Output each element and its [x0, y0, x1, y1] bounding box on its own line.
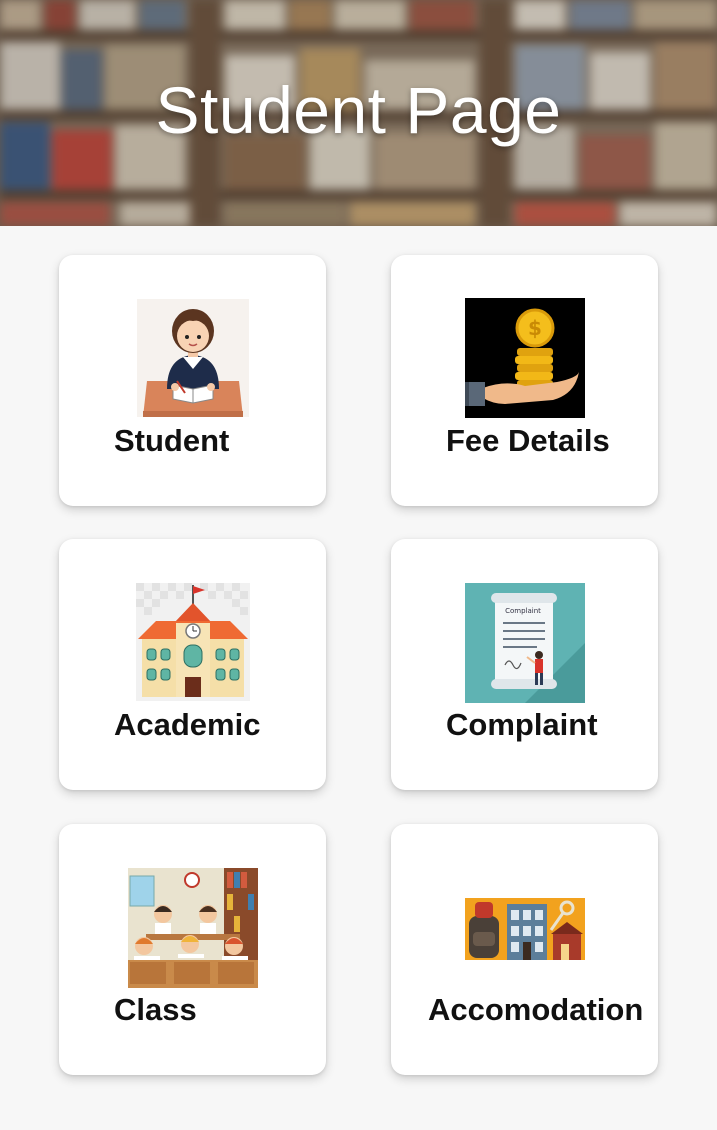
- class-label: Class: [114, 992, 197, 1027]
- coins-in-hand-image: $: [465, 298, 585, 418]
- header-banner: Student Page: [0, 0, 717, 226]
- student-girl-reading-image: [137, 299, 249, 417]
- classroom-kids-image: [128, 868, 258, 988]
- complaint-card[interactable]: Complaint Complaint: [391, 539, 658, 790]
- page-title: Student Page: [155, 73, 562, 147]
- accomodation-card[interactable]: Accomodation: [391, 824, 658, 1075]
- academic-label: Academic: [114, 707, 261, 742]
- student-card[interactable]: Student: [59, 255, 326, 506]
- accomodation-label: Accomodation: [428, 992, 644, 1027]
- complaint-document-title: Complaint: [505, 607, 541, 615]
- complaint-label: Complaint: [446, 707, 598, 742]
- school-building-image: [136, 583, 250, 701]
- fee-details-card[interactable]: $ Fee Details: [391, 255, 658, 506]
- complaint-document-image: Complaint: [465, 583, 585, 703]
- class-card[interactable]: Class: [59, 824, 326, 1075]
- student-label: Student: [114, 423, 230, 458]
- accommodation-buildings-image: [465, 898, 585, 960]
- fee-details-label: Fee Details: [446, 423, 610, 458]
- coin-symbol: $: [528, 316, 542, 340]
- academic-card[interactable]: Academic: [59, 539, 326, 790]
